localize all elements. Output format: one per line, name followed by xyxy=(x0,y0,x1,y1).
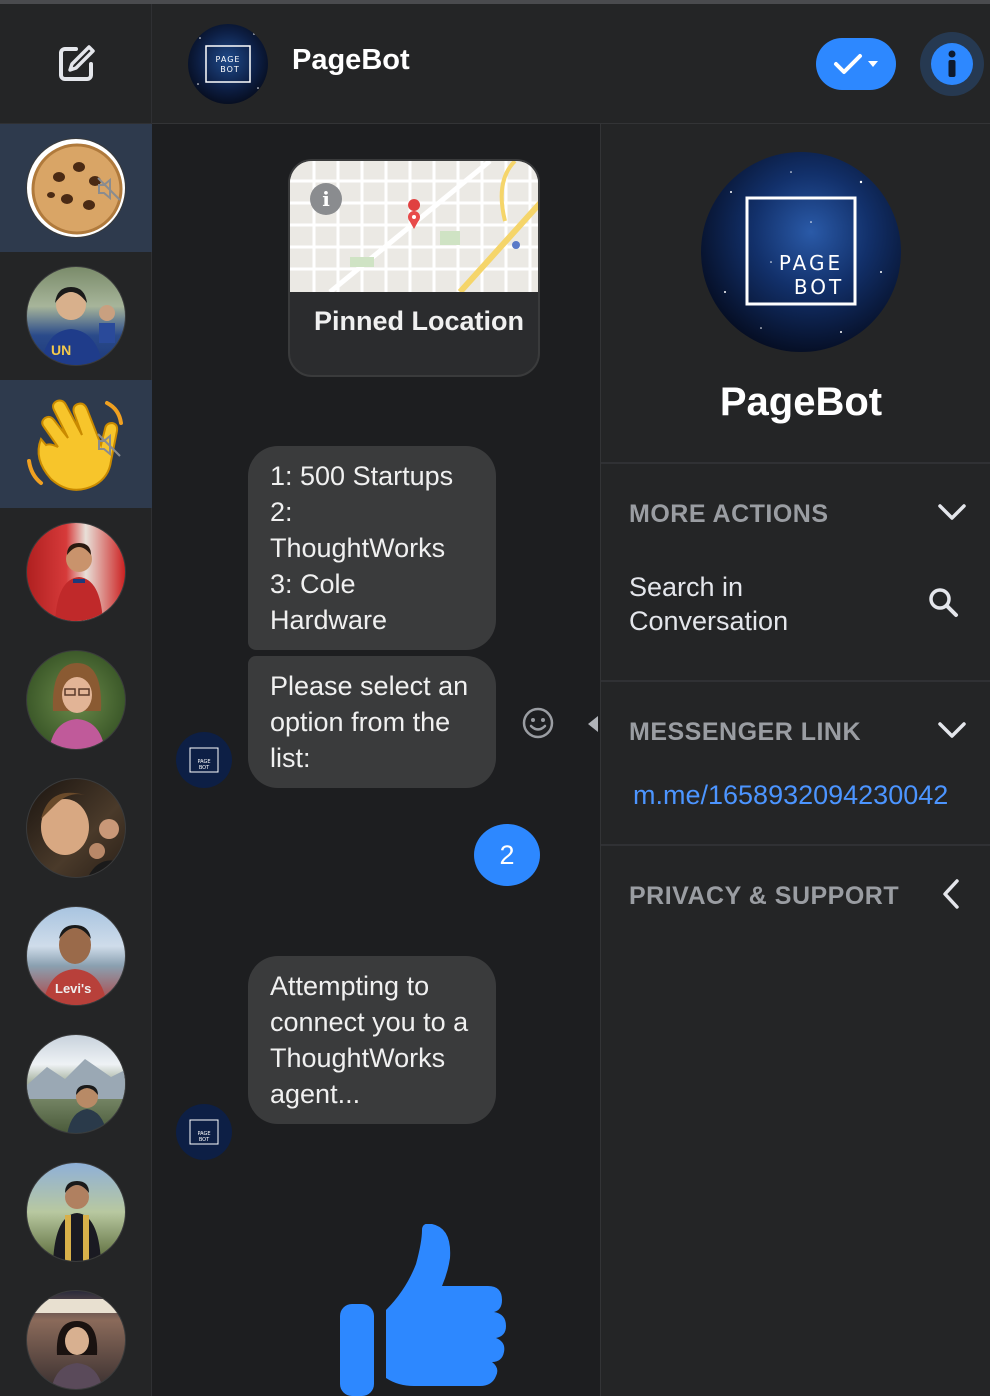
conversation-item-person-3[interactable] xyxy=(0,636,152,764)
svg-text:BOT: BOT xyxy=(199,1137,210,1143)
pinned-location-label: Pinned Location xyxy=(314,306,525,336)
conversation-item-wave[interactable] xyxy=(0,380,152,508)
conversation-rail: UN Levi's xyxy=(0,4,152,1396)
compose-icon xyxy=(59,44,95,81)
conversation-item-cookie[interactable] xyxy=(0,124,152,252)
search-icon[interactable] xyxy=(927,586,959,618)
conversation-details-panel: PAGE BOT PageBot MORE ACTIONS Search in … xyxy=(600,124,990,1396)
location-map[interactable]: i xyxy=(290,161,538,292)
divider xyxy=(601,462,990,464)
thumbs-up-icon[interactable] xyxy=(340,1224,510,1396)
message-bubble[interactable]: 1: 500 Startups 2: ThoughtWorks 3: Cole … xyxy=(248,446,496,650)
message-count-badge[interactable]: 2 xyxy=(474,824,540,886)
svg-text:BOT: BOT xyxy=(794,275,844,299)
divider xyxy=(601,680,990,682)
mark-done-button[interactable] xyxy=(816,38,896,90)
message-thread[interactable]: i Pinned Location 1: 500 Startups 2: Tho… xyxy=(152,124,600,1396)
svg-text:BOT: BOT xyxy=(220,65,240,74)
chevron-left-icon[interactable] xyxy=(941,878,961,910)
svg-text:UN: UN xyxy=(51,342,71,358)
conversation-item-person-7[interactable] xyxy=(0,1148,152,1276)
messenger-link[interactable]: m.me/1658932094230042 xyxy=(633,780,948,811)
info-button[interactable] xyxy=(920,32,984,96)
mute-icon xyxy=(97,433,121,457)
messenger-link-header[interactable]: MESSENGER LINK xyxy=(629,718,861,747)
svg-text:PAGE: PAGE xyxy=(779,251,843,275)
avatar xyxy=(26,778,126,878)
svg-text:PAGE: PAGE xyxy=(216,55,241,64)
info-icon xyxy=(931,43,973,85)
privacy-support-header[interactable]: PRIVACY & SUPPORT xyxy=(629,882,899,911)
chevron-down-icon[interactable] xyxy=(937,502,967,522)
sender-avatar: PAGE BOT xyxy=(176,732,232,788)
conversation-item-person-1[interactable]: UN xyxy=(0,252,152,380)
checkmark-icon xyxy=(834,54,862,74)
conversation-item-person-5[interactable]: Levi's xyxy=(0,892,152,1020)
profile-avatar[interactable]: PAGE BOT xyxy=(701,152,901,352)
conversation-item-person-4[interactable] xyxy=(0,764,152,892)
compose-button[interactable] xyxy=(0,4,152,124)
contact-avatar[interactable]: PAGE BOT xyxy=(188,24,268,104)
svg-text:Levi's: Levi's xyxy=(55,981,91,996)
collapse-caret-icon[interactable] xyxy=(588,716,598,732)
avatar xyxy=(26,650,126,750)
avatar: UN xyxy=(26,266,126,366)
contact-name: PageBot xyxy=(292,44,410,76)
more-actions-header[interactable]: MORE ACTIONS xyxy=(629,500,829,529)
conversation-item-person-6[interactable] xyxy=(0,1020,152,1148)
chevron-down-icon[interactable] xyxy=(937,720,967,740)
svg-text:BOT: BOT xyxy=(199,765,210,771)
mute-icon xyxy=(97,177,121,201)
search-in-conversation-label[interactable]: Search in Conversation xyxy=(629,570,889,638)
avatar xyxy=(26,1290,126,1390)
conversation-item-person-2[interactable] xyxy=(0,508,152,636)
smiley-reaction-icon[interactable] xyxy=(522,707,554,739)
avatar xyxy=(26,1034,126,1134)
conversation-header: PAGE BOT PageBot xyxy=(152,4,990,124)
caret-down-icon xyxy=(868,61,878,67)
avatar xyxy=(26,522,126,622)
message-bubble[interactable]: Please select an option from the list: xyxy=(248,656,496,788)
avatar: Levi's xyxy=(26,906,126,1006)
pinned-location-card[interactable]: i Pinned Location xyxy=(288,159,540,377)
map-info-icon[interactable]: i xyxy=(310,183,342,215)
conversation-item-person-8[interactable] xyxy=(0,1276,152,1396)
profile-name: PageBot xyxy=(719,380,883,424)
divider xyxy=(601,844,990,846)
sender-avatar: PAGE BOT xyxy=(176,1104,232,1160)
message-bubble[interactable]: Attempting to connect you to a ThoughtWo… xyxy=(248,956,496,1124)
avatar xyxy=(26,1162,126,1262)
